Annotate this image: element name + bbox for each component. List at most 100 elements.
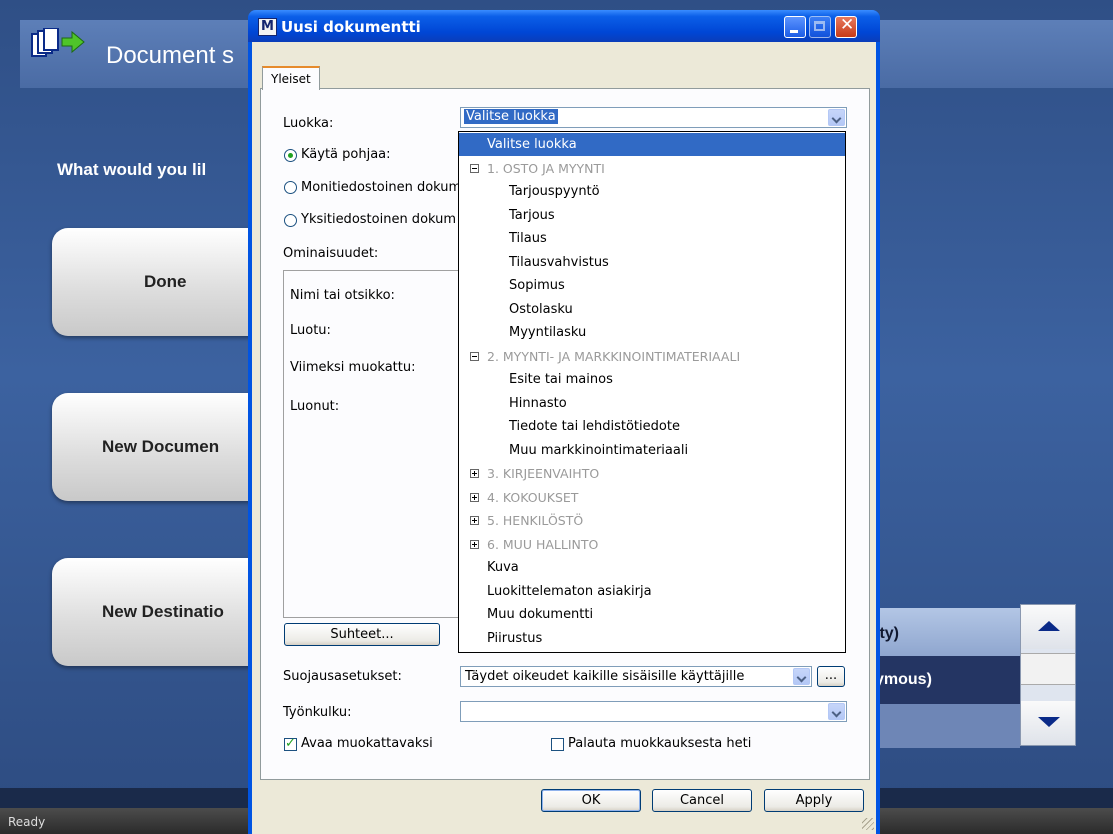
prop-modified-label: Viimeksi muokattu:	[290, 360, 416, 375]
close-icon: ✕	[840, 15, 855, 35]
scroll-thumb[interactable]	[1021, 653, 1075, 685]
open-for-edit-checkbox[interactable]	[284, 736, 297, 751]
scroll-up-button[interactable]	[1021, 605, 1075, 649]
expand-icon[interactable]	[470, 492, 479, 502]
relations-button[interactable]: Suhteet...	[284, 623, 440, 646]
dropdown-option[interactable]: Tilaus	[459, 227, 845, 250]
prompt-question: What would you lil	[57, 160, 207, 179]
dropdown-option-label: Tilaus	[509, 231, 547, 246]
arrow-up-icon	[1038, 621, 1060, 631]
dropdown-option[interactable]: Valitse luokka	[459, 133, 845, 156]
cancel-button[interactable]: Cancel	[652, 789, 752, 812]
dropdown-option[interactable]: Luokittelematon asiakirja	[459, 580, 845, 603]
status-text: Ready	[8, 815, 46, 829]
collapse-icon[interactable]	[470, 163, 479, 173]
category-combobox-value: Valitse luokka	[464, 109, 558, 124]
expand-icon[interactable]	[470, 516, 479, 525]
dropdown-option[interactable]: 6. MUU HALLINTO	[459, 533, 845, 556]
workflow-combobox[interactable]	[460, 701, 847, 722]
dropdown-option[interactable]: Ostolasku	[459, 298, 845, 321]
dropdown-option[interactable]: 5. HENKILÖSTÖ	[459, 509, 845, 532]
new-destination-button-label: New Destinatio	[102, 602, 224, 621]
dropdown-option[interactable]: Sopimus	[459, 274, 845, 297]
radio-use-template-label: Käytä pohjaa:	[301, 147, 391, 162]
radio-multi-file[interactable]	[284, 181, 297, 194]
dropdown-option[interactable]: Tarjouspyyntö	[459, 180, 845, 203]
chevron-down-icon[interactable]	[793, 668, 810, 685]
dropdown-option[interactable]: Tilausvahvistus	[459, 251, 845, 274]
dropdown-option[interactable]: 4. KOKOUKSET	[459, 486, 845, 509]
dropdown-option-label: Tarjouspyyntö	[509, 184, 600, 199]
apply-button[interactable]: Apply	[764, 789, 864, 812]
radio-multi-file-label: Monitiedostoinen dokum	[301, 180, 462, 195]
radio-single-file[interactable]	[284, 214, 297, 227]
dropdown-option[interactable]: 3. KIRJEENVAIHTO	[459, 462, 845, 485]
dropdown-option[interactable]: Piirustus	[459, 627, 845, 650]
dropdown-option-label: Tiedote tai lehdistötiedote	[509, 419, 680, 434]
tab-general[interactable]: Yleiset	[262, 66, 320, 90]
prop-created-label: Luotu:	[290, 323, 331, 338]
dropdown-option[interactable]: Kuva	[459, 556, 845, 579]
close-button[interactable]: ✕	[835, 15, 857, 38]
dropdown-option-label: Valitse luokka	[487, 137, 577, 152]
chevron-down-icon[interactable]	[828, 703, 845, 720]
dropdown-option[interactable]: Myyntilasku	[459, 321, 845, 344]
dropdown-option[interactable]: Tarjous	[459, 204, 845, 227]
expand-icon[interactable]	[470, 539, 479, 549]
list-scrollbar[interactable]	[1020, 604, 1076, 746]
properties-label: Ominaisuudet:	[283, 246, 379, 261]
dropdown-option-label: Esite tai mainos	[509, 372, 613, 387]
dropdown-option-label: 4. KOKOUKSET	[487, 489, 579, 505]
category-label: Luokka:	[283, 116, 334, 131]
expand-icon[interactable]	[470, 469, 479, 478]
dropdown-option-label: Piirustus	[487, 630, 543, 646]
documents-logo-icon	[31, 28, 85, 57]
dropdown-option-label: 2. MYYNTI- JA MARKKINOINTIMATERIAALI	[487, 348, 741, 364]
minimize-button[interactable]	[784, 16, 806, 38]
dropdown-option[interactable]: Muu markkinointimateriaali	[459, 439, 845, 462]
dropdown-option[interactable]: 2. MYYNTI- JA MARKKINOINTIMATERIAALI	[459, 345, 845, 368]
maximize-button[interactable]	[809, 16, 831, 38]
app-icon: M	[258, 18, 277, 36]
dropdown-option-label: Tilausvahvistus	[509, 254, 609, 270]
dropdown-option[interactable]: Esite tai mainos	[459, 368, 845, 391]
dropdown-option[interactable]: Tiedote tai lehdistötiedote	[459, 415, 845, 438]
security-browse-button[interactable]: ...	[817, 666, 845, 687]
security-combobox[interactable]: Täydet oikeudet kaikille sisäisille käyt…	[460, 666, 812, 687]
dropdown-option-label: 6. MUU HALLINTO	[487, 536, 599, 552]
dialog-titlebar[interactable]: M Uusi dokumentti ✕	[248, 10, 880, 42]
collapse-icon[interactable]	[470, 351, 479, 361]
dialog-title: Uusi dokumentti	[281, 18, 421, 36]
workflow-label: Työnkulku:	[283, 705, 352, 720]
scroll-down-button[interactable]	[1021, 701, 1075, 745]
dropdown-option-label: Ostolasku	[509, 301, 573, 317]
done-button-label: Done	[144, 272, 187, 291]
ok-button[interactable]: OK	[541, 789, 641, 812]
dropdown-option[interactable]: 1. OSTO JA MYYNTI	[459, 157, 845, 180]
dropdown-option-label: 5. HENKILÖSTÖ	[487, 513, 584, 528]
security-label: Suojausasetukset:	[283, 669, 402, 684]
dropdown-option-label: Hinnasto	[509, 395, 567, 411]
dropdown-option-label: Kuva	[487, 560, 519, 575]
revert-label: Palauta muokkauksesta heti	[568, 736, 752, 751]
radio-use-template[interactable]	[284, 149, 297, 162]
open-for-edit-label: Avaa muokattavaksi	[301, 736, 433, 751]
dropdown-option[interactable]: Muu dokumentti	[459, 603, 845, 626]
dropdown-option-label: Tarjous	[509, 207, 555, 223]
security-combobox-value: Täydet oikeudet kaikille sisäisille käyt…	[465, 669, 745, 684]
prop-author-label: Luonut:	[290, 399, 340, 414]
revert-checkbox[interactable]	[551, 738, 564, 751]
dropdown-option-label: 3. KIRJEENVAIHTO	[487, 466, 600, 481]
prop-name-label: Nimi tai otsikko:	[290, 288, 395, 303]
arrow-down-icon	[1038, 717, 1060, 727]
category-dropdown-list[interactable]: Valitse luokka 1. OSTO JA MYYNTI Tarjouspy…	[458, 131, 846, 653]
new-document-button-label: New Documen	[102, 437, 220, 456]
radio-single-file-label: Yksitiedostoinen dokum	[301, 212, 457, 227]
category-combobox[interactable]: Valitse luokka	[460, 107, 847, 128]
dropdown-option[interactable]: Hinnasto	[459, 392, 845, 415]
dropdown-option-label: 1. OSTO JA MYYNTI	[487, 160, 605, 176]
chevron-down-icon[interactable]	[828, 109, 845, 126]
dropdown-option-label: Luokittelematon asiakirja	[487, 583, 652, 599]
resize-grip-icon[interactable]	[862, 818, 874, 830]
dropdown-option-label: Sopimus	[509, 278, 565, 293]
